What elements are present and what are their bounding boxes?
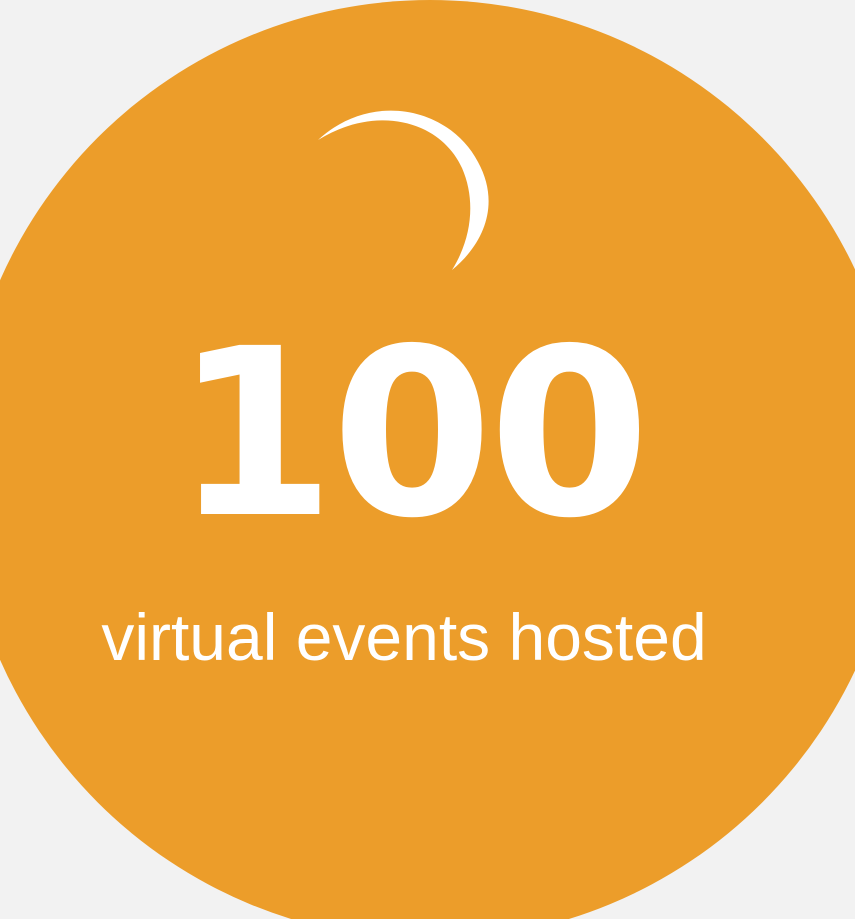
stat-value: 100 xyxy=(173,299,650,569)
stat-label: virtual events hosted xyxy=(101,600,707,674)
stat-card: 100 virtual events hosted xyxy=(0,0,855,919)
